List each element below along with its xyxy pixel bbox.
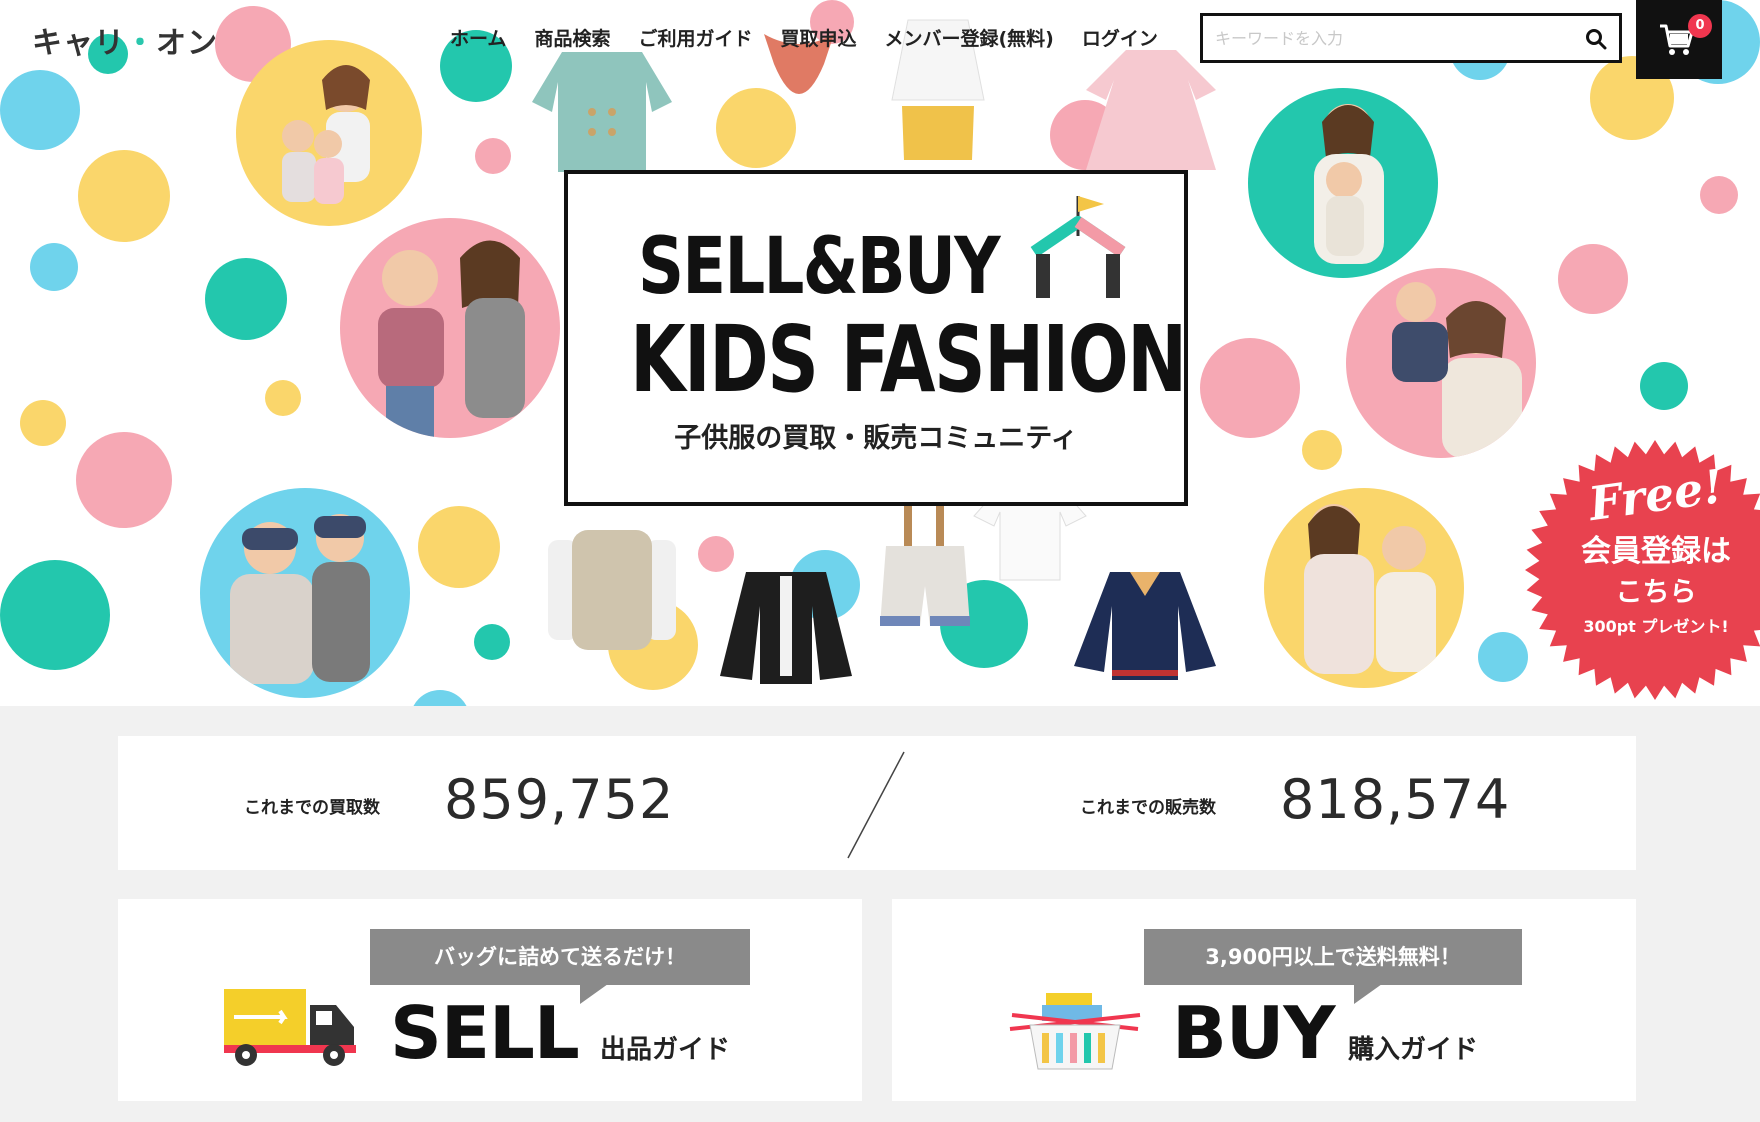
free-badge-text[interactable]: Free! 会員登録は こちら 300pt プレゼント! [1556, 459, 1756, 637]
sold-count-label: これまでの販売数 [1080, 798, 1216, 818]
decor-dot [265, 380, 301, 416]
clothing-coat [522, 42, 682, 186]
free-badge-line3: 300pt プレゼント! [1583, 617, 1729, 636]
house-logo-icon [1028, 192, 1128, 306]
nav-product-search[interactable]: 商品検索 [534, 24, 610, 51]
photo-mother-daughter-3 [1264, 488, 1464, 688]
decor-dot [78, 150, 170, 242]
decor-dot [474, 624, 510, 660]
nav-buyback-application[interactable]: 買取申込 [780, 24, 856, 51]
nav-member-registration[interactable]: メンバー登録(無料) [884, 24, 1053, 51]
nav-usage-guide[interactable]: ご利用ガイド [638, 24, 752, 51]
decor-dot [0, 70, 80, 150]
cart-count-badge: 0 [1688, 14, 1712, 38]
basket-icon [1008, 989, 1142, 1077]
buy-title: BUY [1172, 991, 1335, 1075]
buy-guide-card[interactable]: 3,900円以上で送料無料！ BUY 購入ガイド [892, 899, 1636, 1101]
hero-title-box: SELL&BUY KIDS FASHION 子供服の買取・販売コミュニティ [564, 170, 1188, 506]
sell-guide-card[interactable]: バッグに詰めて送るだけ！ SELL 出品ガイド [118, 899, 862, 1101]
decor-dot [1640, 362, 1688, 410]
clothing-jacket [716, 566, 856, 690]
sell-title: SELL [390, 991, 580, 1075]
logo-text: オン [156, 26, 218, 61]
stats-divider [847, 751, 905, 859]
decor-dot [410, 690, 470, 706]
bought-count-label: これまでの買取数 [244, 798, 380, 818]
free-badge-line1: 会員登録は [1581, 534, 1731, 569]
decor-dot [76, 432, 172, 528]
main-nav: ホーム 商品検索 ご利用ガイド 買取申込 メンバー登録(無料) ログイン [450, 24, 1158, 51]
photo-mother-daughter-1 [340, 218, 560, 438]
truck-icon [224, 987, 358, 1073]
hero-subtitle: 子供服の買取・販売コミュニティ [674, 423, 1078, 454]
hero-banner[interactable]: キャリ・オン ホーム 商品検索 ご利用ガイド 買取申込 メンバー登録(無料) ロ… [0, 0, 1760, 706]
decor-dot [1200, 338, 1300, 438]
sell-bubble: バッグに詰めて送るだけ！ [370, 929, 750, 985]
decor-dot [0, 560, 110, 670]
decor-dot [1302, 430, 1342, 470]
clothing-sweater [1070, 566, 1220, 690]
photo-mother-baby [1248, 88, 1438, 278]
logo-dot: ・ [125, 26, 156, 61]
stats-bar: これまでの買取数 859,752 これまでの販売数 818,574 [118, 736, 1636, 870]
bought-count-value: 859,752 [444, 768, 675, 831]
site-logo[interactable]: キャリ・オン [32, 18, 218, 62]
nav-home[interactable]: ホーム [450, 24, 506, 51]
search-input[interactable] [1215, 16, 1575, 60]
buy-bubble-tail [1354, 984, 1382, 1004]
decor-dot [205, 258, 287, 340]
decor-dot [30, 243, 78, 291]
sell-subtitle: 出品ガイド [600, 1035, 731, 1065]
search-box [1200, 13, 1622, 63]
search-icon[interactable] [1585, 28, 1607, 50]
clothing-vest [542, 520, 682, 664]
sold-count-value: 818,574 [1280, 768, 1511, 831]
decor-dot [1558, 244, 1628, 314]
logo-text: キャリ [32, 26, 125, 61]
hero-title-line1: SELL&BUY [638, 222, 1001, 312]
buy-subtitle: 購入ガイド [1348, 1035, 1479, 1065]
buy-bubble: 3,900円以上で送料無料！ [1144, 929, 1522, 985]
cart-button[interactable]: 0 [1636, 0, 1722, 79]
decor-dot [475, 138, 511, 174]
sell-bubble-tail [580, 984, 608, 1004]
photo-mother-daughter-2 [1346, 268, 1536, 458]
free-badge-line2: こちら [1615, 577, 1697, 608]
photo-mother-children [236, 40, 422, 226]
decor-dot [418, 506, 500, 588]
decor-dot [20, 400, 66, 446]
nav-login[interactable]: ログイン [1082, 24, 1158, 51]
decor-dot [1700, 176, 1738, 214]
hero-title-line2: KIDS FASHION [630, 306, 1187, 413]
photo-mother-son [200, 488, 410, 698]
